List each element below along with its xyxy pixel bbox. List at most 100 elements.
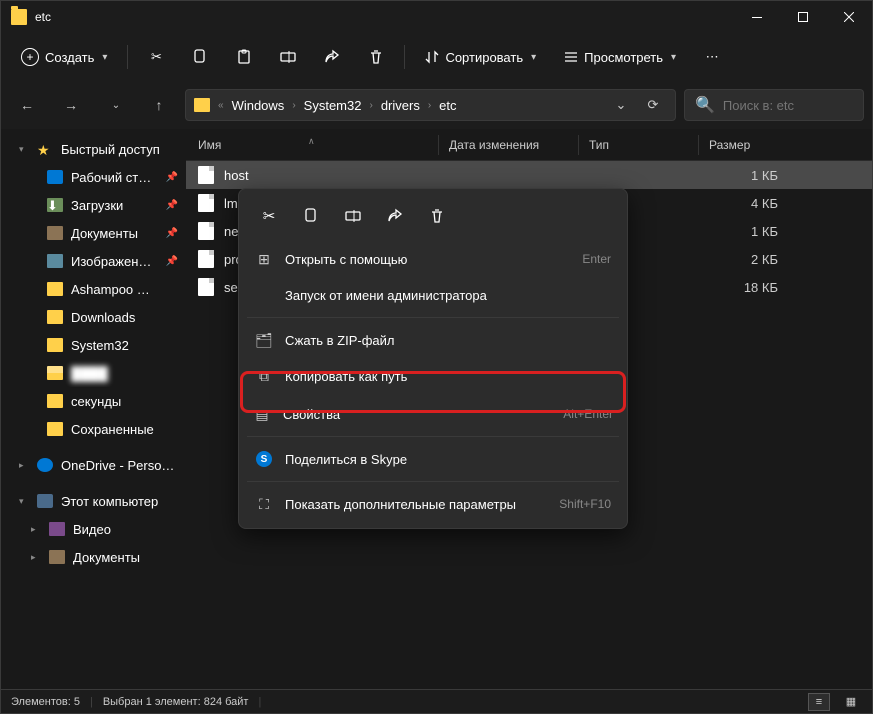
cut-icon: ✂ — [263, 207, 276, 225]
cut-button[interactable]: ✂ — [136, 39, 176, 75]
paste-button[interactable] — [224, 39, 264, 75]
breadcrumb-item[interactable]: drivers — [377, 96, 424, 115]
ctx-compress-zip[interactable]: 🗂Сжать в ZIP-файл — [245, 322, 621, 358]
sidebar-item-desktop[interactable]: Рабочий ст…📌 — [1, 163, 186, 191]
folder-icon — [11, 9, 27, 25]
col-name[interactable]: Имя∧ — [198, 138, 438, 152]
ctx-cut-button[interactable]: ✂ — [251, 199, 287, 233]
navbar: ← → ⌄ ↑ « Windows› System32› drivers› et… — [1, 81, 872, 129]
sidebar-item-folder[interactable]: Downloads — [1, 303, 186, 331]
plus-icon: + — [21, 48, 39, 66]
folder-icon — [47, 310, 63, 324]
toolbar: + Создать ▾ ✂ Сортировать ▾ Просмотре — [1, 33, 872, 81]
separator — [247, 481, 619, 482]
sidebar-item-documents[interactable]: Документы📌 — [1, 219, 186, 247]
ctx-rename-button[interactable] — [335, 199, 371, 233]
sidebar-item-downloads[interactable]: ⬇Загрузки📌 — [1, 191, 186, 219]
chevron-down-icon: ▾ — [19, 496, 29, 507]
more-icon: ⛶ — [255, 496, 273, 513]
address-dropdown[interactable]: ⌄ — [607, 91, 635, 119]
column-headers: Имя∧ Дата изменения Тип Размер — [186, 129, 872, 161]
sidebar-item-folder[interactable]: Ashampoo … — [1, 275, 186, 303]
cut-icon: ✂ — [151, 49, 162, 65]
copy-icon — [192, 49, 208, 65]
ctx-open-with[interactable]: ⊞Открыть с помощьюEnter — [245, 241, 621, 277]
file-icon — [198, 166, 214, 184]
ctx-share-button[interactable] — [377, 199, 413, 233]
folder-icon — [194, 98, 210, 112]
chevron-down-icon: ⌄ — [112, 100, 120, 111]
col-size[interactable]: Размер — [698, 135, 778, 155]
sidebar-item-documents[interactable]: ▸Документы — [1, 543, 186, 571]
ctx-copy-path[interactable]: ⧉Копировать как путь — [245, 358, 621, 394]
pictures-icon — [47, 254, 63, 268]
file-row[interactable]: host1 КБ — [186, 161, 872, 189]
view-label: Просмотреть — [584, 50, 663, 65]
file-icon — [198, 222, 214, 240]
ctx-copy-button[interactable] — [293, 199, 329, 233]
sidebar-item-folder[interactable]: секунды — [1, 387, 186, 415]
sidebar-this-pc[interactable]: ▾Этот компьютер — [1, 487, 186, 515]
sidebar-item-folder[interactable]: ████ — [1, 359, 186, 387]
sidebar-quick-access[interactable]: ▾★Быстрый доступ — [1, 135, 186, 163]
recent-button[interactable]: ⌄ — [97, 87, 133, 123]
ctx-skype-share[interactable]: SПоделиться в Skype — [245, 441, 621, 477]
sort-label: Сортировать — [445, 50, 523, 65]
new-button[interactable]: + Создать ▾ — [9, 39, 119, 75]
rename-button[interactable] — [268, 39, 308, 75]
refresh-button[interactable]: ⟳ — [639, 91, 667, 119]
ctx-run-as-admin[interactable]: Запуск от имени администратора — [245, 277, 621, 313]
ctx-properties[interactable]: ▤СвойстваAlt+Enter — [243, 396, 623, 432]
copy-button[interactable] — [180, 39, 220, 75]
sidebar-item-folder[interactable]: System32 — [1, 331, 186, 359]
col-date[interactable]: Дата изменения — [438, 135, 578, 155]
chevron-down-icon: ▾ — [102, 52, 107, 63]
statusbar: Элементов: 5 | Выбран 1 элемент: 824 бай… — [1, 689, 872, 713]
address-bar[interactable]: « Windows› System32› drivers› etc ⌄ ⟳ — [185, 89, 676, 121]
cloud-icon — [37, 458, 53, 472]
view-button[interactable]: Просмотреть ▾ — [552, 39, 688, 75]
more-button[interactable]: ⋯ — [692, 39, 732, 75]
breadcrumb-item[interactable]: etc — [435, 96, 460, 115]
copy-icon — [303, 208, 319, 224]
sidebar-item-videos[interactable]: ▸Видео — [1, 515, 186, 543]
view-details-button[interactable]: ≡ — [808, 693, 830, 711]
video-icon — [49, 522, 65, 536]
trash-icon — [368, 49, 384, 65]
pc-icon — [37, 494, 53, 508]
close-button[interactable] — [826, 1, 872, 33]
chevron-down-icon: ▾ — [671, 52, 676, 63]
search-box[interactable]: 🔍 — [684, 89, 864, 121]
documents-icon — [49, 550, 65, 564]
up-button[interactable]: ↑ — [141, 87, 177, 123]
back-button[interactable]: ← — [9, 87, 45, 123]
ctx-delete-button[interactable] — [419, 199, 455, 233]
sidebar-item-folder[interactable]: Сохраненные — [1, 415, 186, 443]
breadcrumb-prefix: « — [218, 100, 224, 111]
search-input[interactable] — [723, 98, 873, 113]
minimize-button[interactable] — [734, 1, 780, 33]
window-title: etc — [35, 10, 734, 24]
chevron-down-icon: ▾ — [531, 52, 536, 63]
sort-button[interactable]: Сортировать ▾ — [413, 39, 548, 75]
col-type[interactable]: Тип — [578, 135, 698, 155]
titlebar: etc — [1, 1, 872, 33]
sort-icon — [425, 50, 439, 64]
sidebar-item-pictures[interactable]: Изображен…📌 — [1, 247, 186, 275]
rename-icon — [345, 208, 361, 224]
delete-button[interactable] — [356, 39, 396, 75]
view-icon — [564, 50, 578, 64]
view-grid-button[interactable]: ▦ — [840, 693, 862, 711]
forward-button[interactable]: → — [53, 87, 89, 123]
file-icon — [198, 278, 214, 296]
separator — [127, 45, 128, 69]
chevron-right-icon: ▸ — [31, 552, 41, 563]
share-button[interactable] — [312, 39, 352, 75]
zip-icon: 🗂 — [255, 332, 273, 349]
breadcrumb-item[interactable]: Windows — [228, 96, 289, 115]
ctx-show-more[interactable]: ⛶Показать дополнительные параметрыShift+… — [245, 486, 621, 522]
maximize-button[interactable] — [780, 1, 826, 33]
sidebar-onedrive[interactable]: ▸OneDrive - Perso… — [1, 451, 186, 479]
breadcrumb-item[interactable]: System32 — [300, 96, 366, 115]
share-icon — [387, 208, 403, 224]
